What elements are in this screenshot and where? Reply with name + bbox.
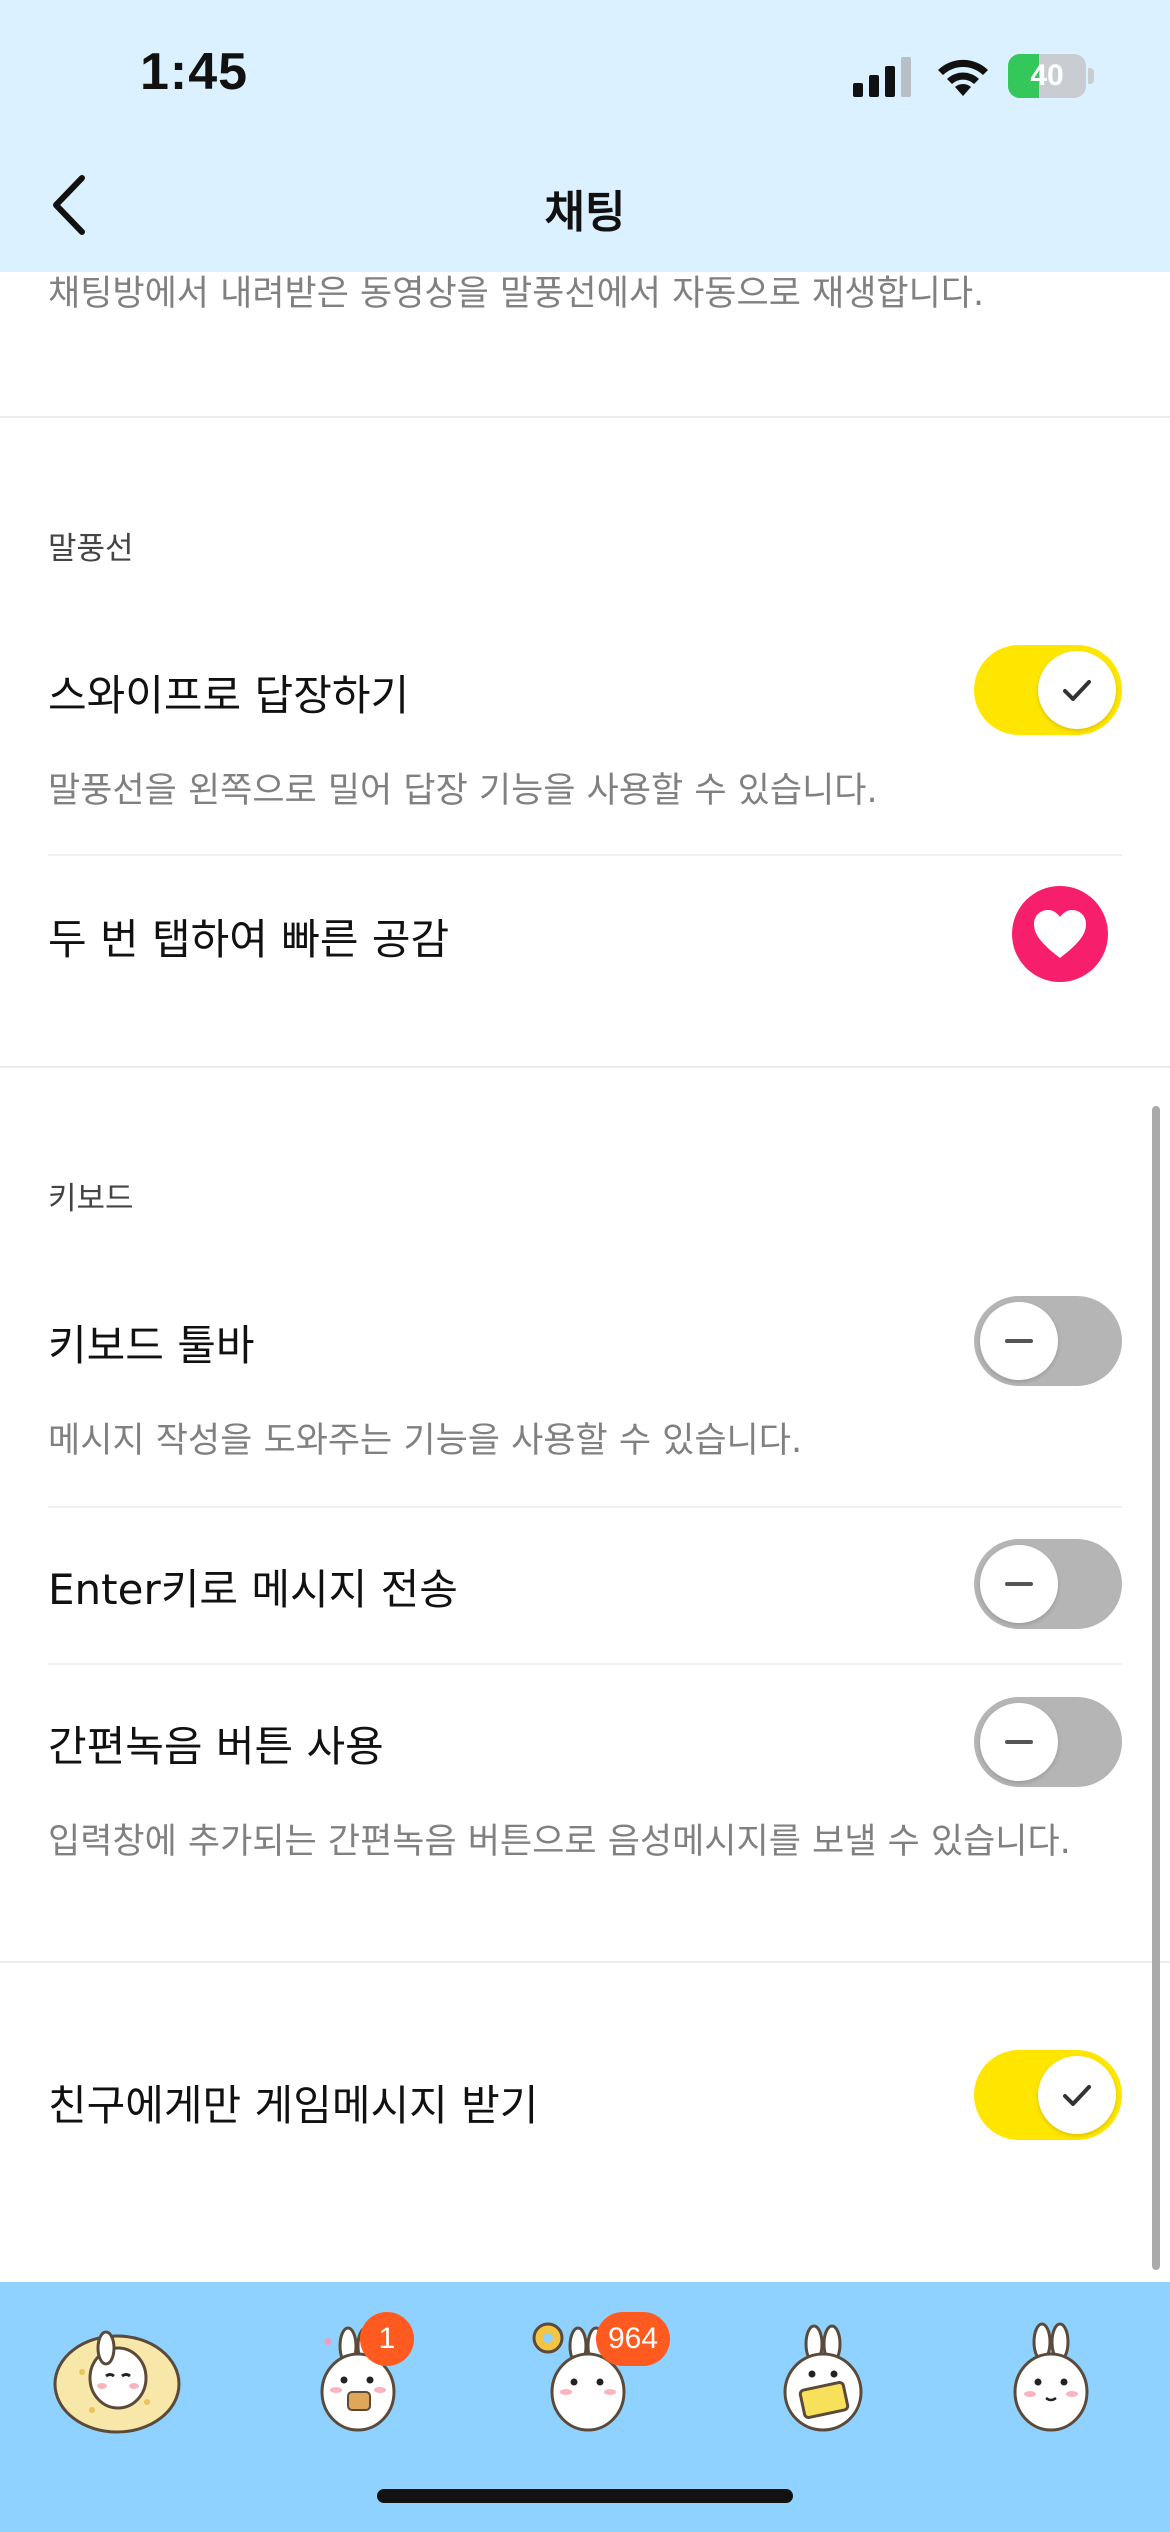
keyboard-toolbar-toggle[interactable] (974, 1296, 1122, 1386)
settings-content: 채팅방에서 내려받은 동영상을 말풍선에서 자동으로 재생합니다. 말풍선 스와… (0, 0, 1170, 2532)
chats-badge: 1 (360, 2312, 414, 2366)
section-label-keyboard: 키보드 (48, 1181, 134, 1217)
quick-record-title: 간편녹음 버튼 사용 (48, 1722, 384, 1771)
check-icon (1063, 2085, 1091, 2106)
bunny-tablet-icon (783, 2324, 863, 2432)
wifi-icon (938, 59, 988, 96)
tab-shopping[interactable] (758, 2312, 888, 2442)
swipe-reply-title: 스와이프로 답장하기 (48, 671, 410, 720)
tab-openchat[interactable]: 964 (522, 2312, 671, 2442)
page-title: 채팅 (544, 187, 626, 238)
toggle-knob (1038, 651, 1116, 729)
home-indicator (377, 2489, 793, 2503)
double-tap-title: 두 번 탭하여 빠른 공감 (48, 915, 450, 964)
autoplay-description: 채팅방에서 내려받은 동영상을 말풍선에서 자동으로 재생합니다. (48, 274, 985, 314)
header: 1:45 40 채팅 (0, 0, 1170, 272)
enter-send-toggle[interactable] (974, 1539, 1122, 1629)
row-divider (48, 854, 1122, 856)
heart-icon (1034, 910, 1086, 958)
toggle-knob (1038, 2056, 1116, 2134)
bunny-pillow-icon (53, 2330, 181, 2434)
enter-send-title: Enter키로 메시지 전송 (48, 1565, 458, 1614)
minus-icon (1005, 1740, 1033, 1744)
quick-record-description: 입력창에 추가되는 간편녹음 버튼으로 음성메시지를 보낼 수 있습니다. (48, 1822, 1071, 1862)
double-tap-reaction-button[interactable] (1012, 886, 1108, 982)
swipe-reply-description: 말풍선을 왼쪽으로 밀어 답장 기능을 사용할 수 있습니다. (48, 771, 878, 811)
toggle-knob (980, 1545, 1058, 1623)
row-divider (48, 1506, 1122, 1508)
battery-icon: 40 (1008, 54, 1094, 98)
section-divider (0, 416, 1170, 418)
row-divider (48, 1663, 1122, 1665)
battery-text: 40 (1030, 59, 1064, 92)
game-message-toggle[interactable] (974, 2050, 1122, 2140)
tab-chats[interactable]: 1 (296, 2312, 426, 2442)
quick-record-toggle[interactable] (974, 1697, 1122, 1787)
tab-more[interactable] (986, 2312, 1116, 2442)
check-icon (1063, 680, 1091, 701)
toggle-knob (980, 1302, 1058, 1380)
status-time: 1:45 (140, 43, 249, 101)
scrollbar[interactable] (1152, 1106, 1160, 2270)
game-message-title: 친구에게만 게임메시지 받기 (48, 2081, 539, 2130)
section-label-bubble: 말풍선 (48, 531, 134, 567)
minus-icon (1005, 1339, 1033, 1343)
keyboard-toolbar-title: 키보드 툴바 (48, 1321, 255, 1370)
tab-friends[interactable] (52, 2312, 182, 2442)
section-divider (0, 1961, 1170, 1963)
toggle-knob (980, 1703, 1058, 1781)
minus-icon (1005, 1582, 1033, 1586)
swipe-reply-toggle[interactable] (974, 645, 1122, 735)
section-divider (0, 1066, 1170, 1068)
openchat-badge: 964 (596, 2312, 671, 2366)
keyboard-toolbar-description: 메시지 작성을 도와주는 기능을 사용할 수 있습니다. (48, 1421, 803, 1461)
bunny-icon (1013, 2322, 1089, 2432)
signal-icon (853, 57, 911, 97)
